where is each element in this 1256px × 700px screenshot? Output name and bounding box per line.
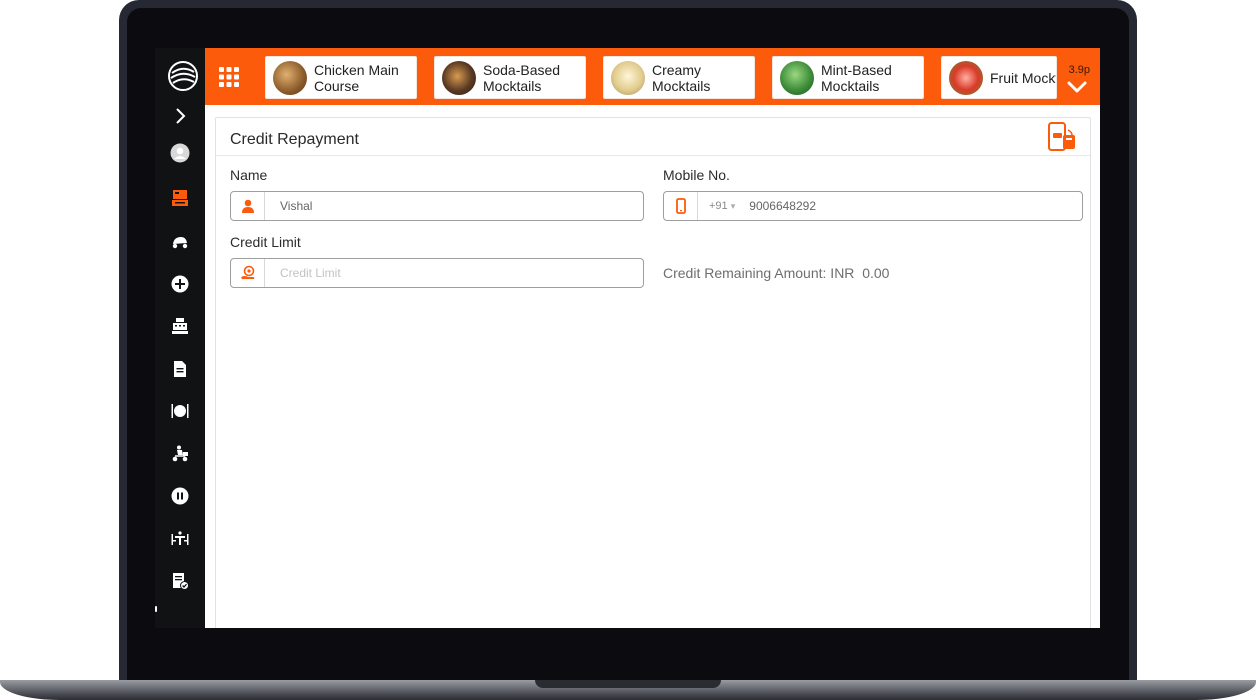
report-check-icon[interactable]	[168, 569, 192, 593]
category-label: Creamy Mocktails	[652, 61, 711, 94]
delivery-scooter-icon[interactable]	[168, 229, 192, 253]
category-thumbnail	[273, 60, 307, 95]
category-chip-mint-based-mocktails[interactable]: Mint-Based Mocktails	[772, 56, 924, 99]
brand-logo-icon[interactable]	[167, 60, 199, 92]
category-bar: Chicken Main Course Soda-Based Mocktails…	[205, 48, 1100, 105]
person-icon	[231, 192, 265, 220]
dine-in-plate-icon[interactable]	[168, 399, 192, 423]
pos-terminal-icon[interactable]	[168, 186, 192, 210]
category-label: Mint-Based Mocktails	[821, 61, 892, 94]
sidebar	[155, 48, 205, 628]
nfc-phone-icon[interactable]	[1046, 122, 1078, 152]
page-title: Credit Repayment	[230, 131, 359, 148]
scroll-indicator	[155, 606, 157, 612]
delivery-rider-icon[interactable]	[168, 442, 192, 466]
credit-repayment-panel: Credit Repayment Name Vishal Mobile No. …	[215, 117, 1091, 628]
credit-limit-field[interactable]: Credit Limit	[230, 258, 644, 288]
credit-limit-label: Credit Limit	[230, 234, 301, 250]
panel-header: Credit Repayment	[216, 118, 1090, 156]
laptop-mockup: Chicken Main Course Soda-Based Mocktails…	[0, 0, 1256, 700]
name-label: Name	[230, 167, 268, 183]
profile-avatar-icon[interactable]	[168, 141, 192, 165]
name-value: Vishal	[280, 199, 313, 213]
credit-remaining-amount: Credit Remaining Amount: INR 0.00	[663, 265, 890, 281]
category-label: Soda-Based Mocktails	[483, 61, 561, 94]
table-seating-icon[interactable]	[168, 527, 192, 551]
document-icon[interactable]	[168, 357, 192, 381]
credit-limit-placeholder: Credit Limit	[280, 266, 341, 280]
category-chip-fruit-mocktails[interactable]: Fruit Mockt	[941, 56, 1057, 99]
laptop-notch	[535, 680, 721, 688]
chevron-down-icon[interactable]	[1066, 80, 1088, 94]
scroll-badge: 3.9p	[1068, 64, 1090, 76]
category-thumbnail	[442, 60, 476, 95]
category-chip-creamy-mocktails[interactable]: Creamy Mocktails	[603, 56, 755, 99]
category-label: Fruit Mockt	[990, 69, 1057, 86]
expand-sidebar-chevron-icon[interactable]	[168, 104, 192, 128]
pause-circle-icon[interactable]	[168, 484, 192, 508]
app-screen: Chicken Main Course Soda-Based Mocktails…	[155, 48, 1100, 628]
menu-grid-icon[interactable]	[219, 67, 239, 87]
name-field[interactable]: Vishal	[230, 191, 644, 221]
caret-down-icon: ▾	[730, 201, 736, 211]
category-thumbnail	[780, 60, 814, 95]
mobile-phone-icon	[664, 192, 698, 220]
mobile-label: Mobile No.	[663, 167, 730, 183]
cash-register-icon[interactable]	[168, 314, 192, 338]
category-label: Chicken Main Course	[314, 61, 399, 94]
coin-hand-icon	[231, 259, 265, 287]
category-chip-soda-based-mocktails[interactable]: Soda-Based Mocktails	[434, 56, 586, 99]
category-thumbnail	[611, 60, 645, 95]
country-code-value: +91	[709, 200, 728, 212]
category-thumbnail	[949, 60, 983, 95]
category-chip-chicken-main-course[interactable]: Chicken Main Course	[265, 56, 417, 99]
add-circle-icon[interactable]	[168, 272, 192, 296]
country-code-select[interactable]: +91 ▾	[709, 200, 735, 212]
mobile-value: 9006648292	[749, 199, 817, 213]
mobile-field[interactable]: +91 ▾ 9006648292	[663, 191, 1083, 221]
